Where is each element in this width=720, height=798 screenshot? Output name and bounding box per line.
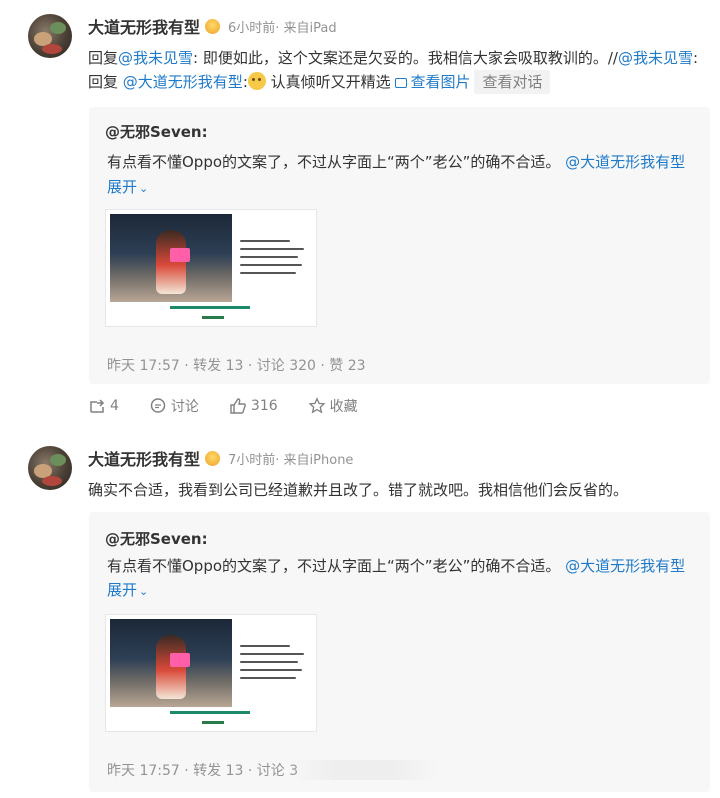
mention-link[interactable]: @我未见雪 — [618, 49, 693, 67]
fade-overlay — [290, 760, 440, 780]
quoted-stats: 昨天 17:57 · 转发 13 · 讨论 320 · 赞 23 — [107, 358, 366, 374]
quoted-post[interactable]: @无邪Seven: 有点看不懂Oppo的文案了，不过从字面上“两个”老公”的确不… — [89, 107, 710, 384]
chevron-down-icon: ⌄ — [139, 182, 149, 195]
quoted-image[interactable] — [105, 209, 317, 327]
quoted-stats: 昨天 17:57 · 转发 13 · 讨论 3 — [107, 763, 299, 779]
post-header: 大道无形我有型 6小时前· 来自iPad — [88, 15, 337, 37]
star-icon — [308, 397, 326, 414]
quoted-text: 有点看不懂Oppo的文案了，不过从字面上“两个”老公”的确不合适。 @大道无形我… — [107, 153, 686, 171]
username[interactable]: 大道无形我有型 — [88, 446, 200, 470]
post-header: 大道无形我有型 7小时前· 来自iPhone — [88, 447, 353, 469]
expand-link[interactable]: 展开 ⌄ — [107, 579, 148, 600]
repost-icon — [90, 399, 105, 413]
like-button[interactable]: 316 — [229, 397, 278, 415]
mention-link[interactable]: @大道无形我有型 — [123, 73, 243, 91]
quoted-author[interactable]: @无邪Seven: — [105, 528, 208, 549]
avatar[interactable] — [28, 14, 72, 58]
view-image-link[interactable]: 查看图片 — [395, 73, 470, 91]
post-text: 确实不合适，我看到公司已经道歉并且改了。错了就改吧。我相信他们会反省的。 — [88, 481, 629, 499]
quoted-post[interactable]: @无邪Seven: 有点看不懂Oppo的文案了，不过从字面上“两个”老公”的确不… — [89, 512, 710, 792]
post: 大道无形我有型 7小时前· 来自iPhone 确实不合适，我看到公司已经道歉并且… — [0, 430, 720, 798]
post-text: 回复@我未见雪: 即便如此，这个文案还是欠妥的。我相信大家会吸取教训的。//@我… — [88, 46, 708, 94]
verified-badge-icon — [205, 18, 221, 34]
mention-link[interactable]: @大道无形我有型 — [565, 557, 685, 575]
post: 大道无形我有型 6小时前· 来自iPad 回复@我未见雪: 即便如此，这个文案还… — [0, 0, 720, 430]
view-dialog-button[interactable]: 查看对话 — [474, 70, 551, 94]
favorite-button[interactable]: 收藏 — [308, 396, 358, 416]
comment-icon — [150, 398, 166, 413]
quoted-image[interactable] — [105, 614, 317, 732]
mention-link[interactable]: @大道无形我有型 — [565, 153, 685, 171]
thumbs-up-icon — [230, 398, 246, 414]
post-meta[interactable]: 7小时前· 来自iPhone — [228, 449, 353, 468]
quoted-text: 有点看不懂Oppo的文案了，不过从字面上“两个”老公”的确不合适。 @大道无形我… — [107, 557, 686, 575]
username[interactable]: 大道无形我有型 — [88, 14, 200, 38]
chevron-down-icon: ⌄ — [139, 585, 149, 598]
avatar[interactable] — [28, 446, 72, 490]
mention-link[interactable]: @我未见雪 — [118, 49, 193, 67]
image-icon — [395, 78, 408, 88]
emoji-icon — [247, 72, 266, 90]
post-meta[interactable]: 6小时前· 来自iPad — [228, 17, 337, 36]
verified-badge-icon — [205, 450, 221, 466]
comment-button[interactable]: 讨论 — [149, 396, 199, 416]
repost-button[interactable]: 4 — [88, 397, 119, 415]
action-bar: 4 讨论 316 收藏 — [88, 396, 388, 416]
quoted-author[interactable]: @无邪Seven: — [105, 121, 208, 142]
expand-link[interactable]: 展开 ⌄ — [107, 176, 148, 197]
